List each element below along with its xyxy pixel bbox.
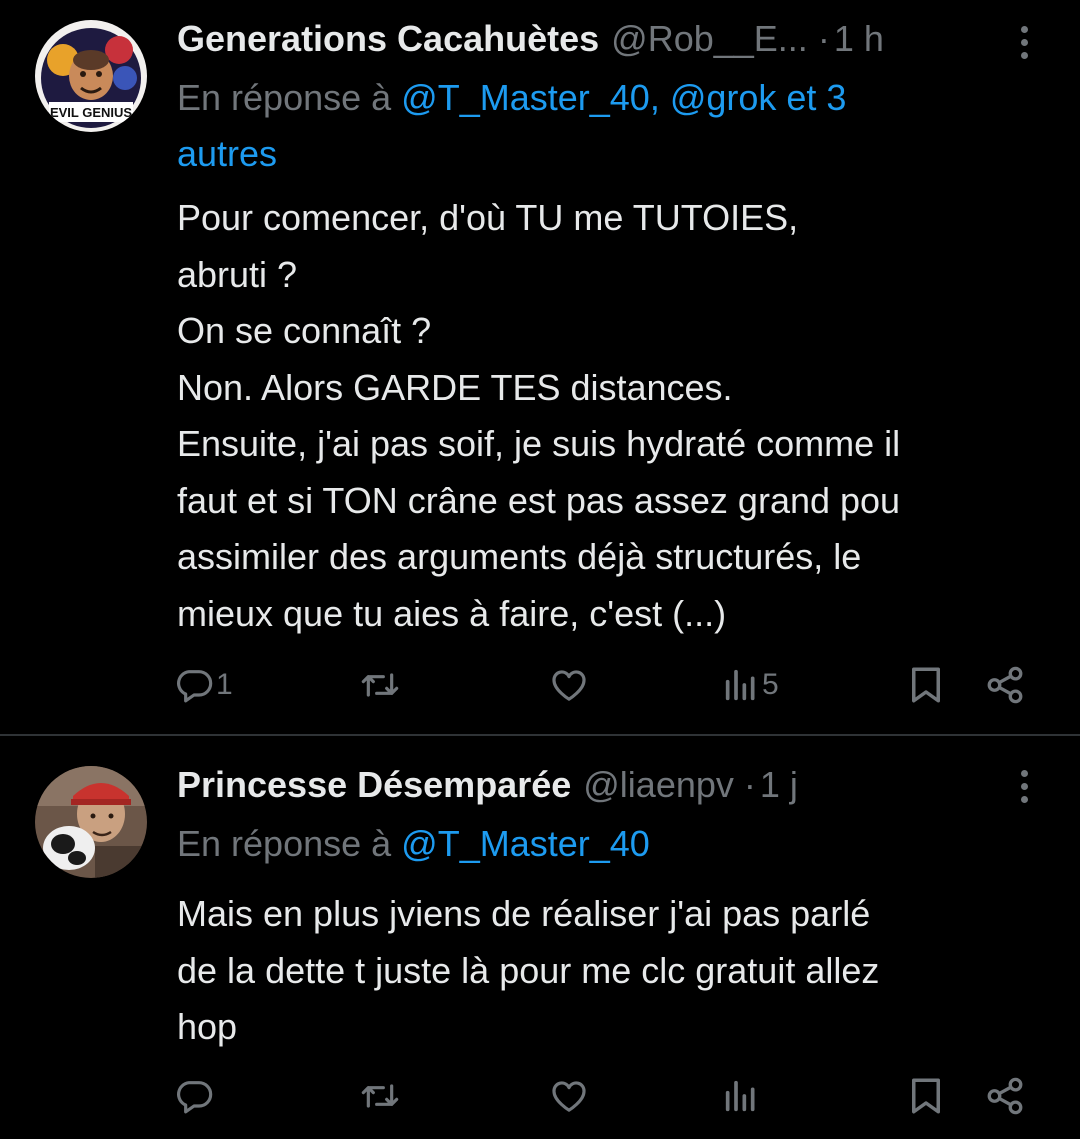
views-chart-icon [725,669,755,701]
reply-mentions-more[interactable]: autres [177,133,277,174]
user-handle[interactable]: @Rob__E... [611,18,808,60]
reply-button[interactable]: 1 [174,655,233,715]
retweet-icon [361,673,399,697]
views-chart-icon [725,1080,755,1112]
tweet-text-line: Pour comencer, d'où TU me TUTOIES, [177,197,799,238]
tweet-text: Mais en plus jviens de réaliser j'ai pas… [177,886,1050,1056]
share-button[interactable] [984,655,1026,715]
avatar[interactable] [35,766,147,878]
avatar[interactable]: EVIL GENIUS [35,20,147,132]
reply-context: En réponse à @T_Master_40, @grok et 3 au… [177,70,930,182]
tweet-header: Princesse Désemparée @liaenpv · 1 j [177,760,1080,810]
like-button[interactable] [548,1066,590,1126]
tweet-text: Pour comencer, d'où TU me TUTOIES, abrut… [177,190,1050,642]
retweet-button[interactable] [358,655,402,715]
action-bar: 1 5 [170,655,1040,715]
retweet-icon [361,1084,399,1108]
tweet-header: Generations Cacahuètes @Rob__E... · 1 h [177,14,1080,64]
bookmark-button[interactable] [908,655,944,715]
tweet[interactable]: EVIL GENIUS Generations Cacahuètes @Rob_… [0,0,1080,734]
avatar-image [35,766,147,878]
timestamp[interactable]: 1 j [760,764,798,806]
views-count: 5 [762,668,779,701]
timestamp[interactable]: 1 h [834,18,884,60]
tweet-text-line: de la dette t juste là pour me clc gratu… [177,949,880,991]
action-bar [170,1066,1040,1126]
separator-dot: · [817,18,830,59]
tweet-text-line: faut et si TON crâne est pas assez grand… [177,479,901,521]
more-vertical-icon[interactable] [1010,20,1038,64]
tweet-text-line: On se connaît ? [177,310,432,351]
display-name[interactable]: Generations Cacahuètes [177,18,599,60]
views-button[interactable]: 5 [722,655,779,715]
share-button[interactable] [984,1066,1026,1126]
reply-mentions[interactable]: @T_Master_40, @grok et 3 [401,77,846,118]
tweet-text-line: mieux que tu aies à faire, c'est (...) [177,592,727,634]
user-handle[interactable]: @liaenpv [583,764,734,806]
bookmark-icon [912,1078,940,1114]
tweet-text-line: Non. Alors GARDE TES distances. [177,366,733,408]
like-button[interactable] [548,655,590,715]
heart-icon [552,1081,586,1112]
tweet-text-line: hop [177,1006,238,1047]
reply-context: En réponse à @T_Master_40 [177,816,930,872]
tweet-text-line: assimiler des arguments déjà structurés,… [177,536,862,577]
bookmark-icon [912,667,940,703]
tweet[interactable]: Princesse Désemparée @liaenpv · 1 j En r… [0,736,1080,1139]
heart-icon [552,670,586,701]
svg-text:EVIL GENIUS: EVIL GENIUS [50,105,132,120]
tweet-text-line: abruti ? [177,253,298,295]
reply-button[interactable] [174,1066,216,1126]
reply-prefix: En réponse à [177,823,392,864]
tweet-text-line: Mais en plus jviens de réaliser j'ai pas… [177,893,871,934]
avatar-image: EVIL GENIUS [35,20,147,132]
display-name[interactable]: Princesse Désemparée [177,764,571,806]
share-icon [987,1077,1023,1115]
reply-mentions[interactable]: @T_Master_40 [401,823,650,864]
tweet-text-line: Ensuite, j'ai pas soif, je suis hydraté … [177,423,901,464]
share-icon [987,666,1023,704]
more-vertical-icon[interactable] [1010,764,1038,808]
reply-bubble-icon [177,670,213,703]
retweet-button[interactable] [358,1066,402,1126]
bookmark-button[interactable] [908,1066,944,1126]
reply-bubble-icon [177,1081,213,1114]
separator-dot: · [743,764,756,805]
reply-prefix: En réponse à [177,77,392,118]
reply-count: 1 [216,668,233,701]
views-button[interactable] [722,1066,762,1126]
